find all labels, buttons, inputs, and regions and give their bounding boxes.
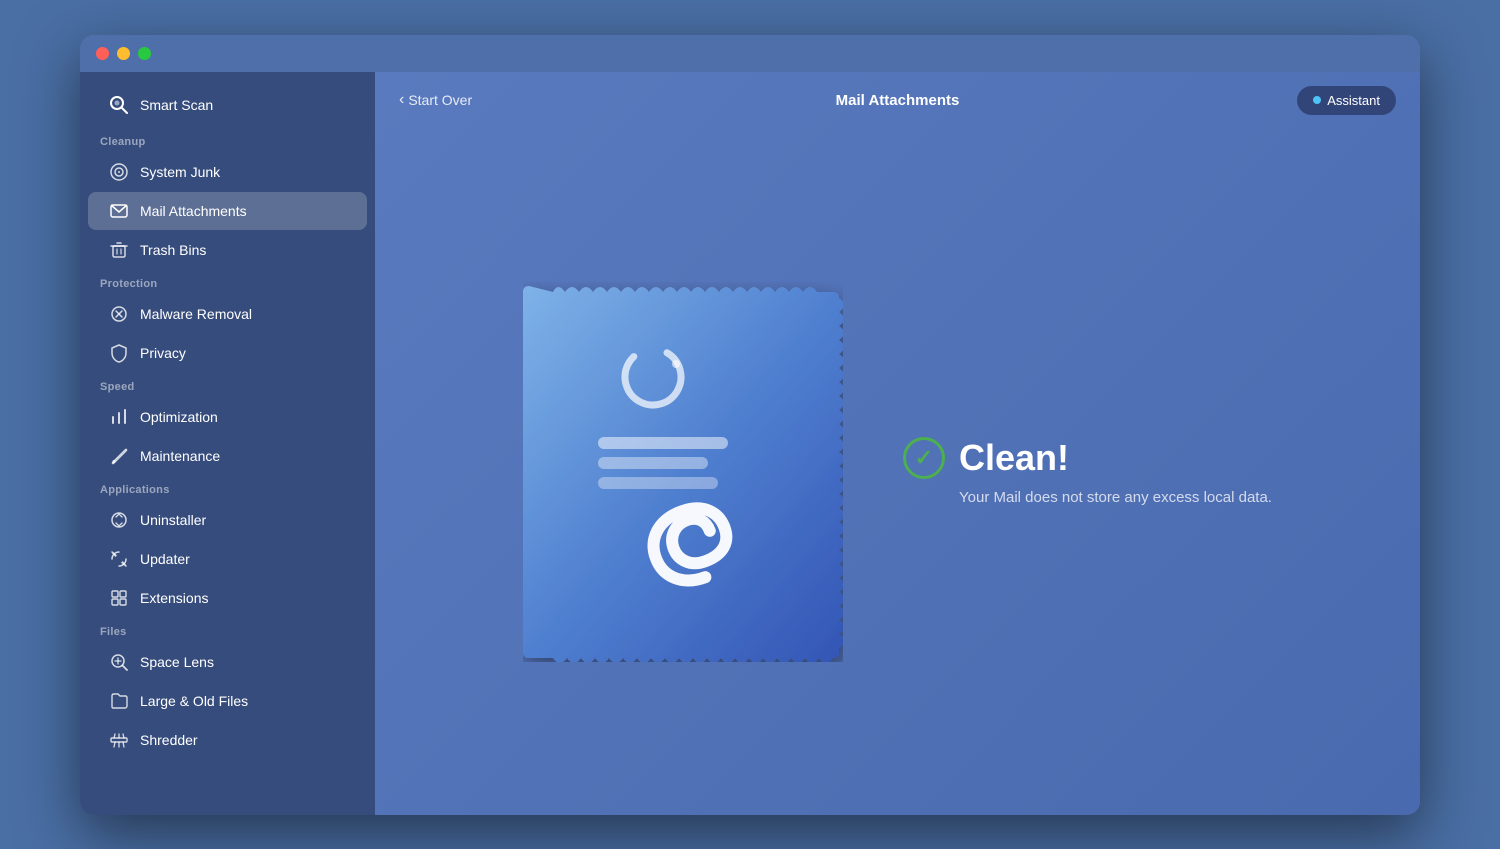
- system-junk-icon: [108, 161, 130, 183]
- section-label-protection: Protection: [80, 270, 375, 294]
- space-lens-label: Space Lens: [140, 654, 214, 670]
- back-button-label: Start Over: [408, 92, 472, 108]
- section-label-cleanup: Cleanup: [80, 128, 375, 152]
- content-area: Smart Scan Cleanup System Junk: [80, 72, 1420, 815]
- section-label-applications: Applications: [80, 476, 375, 500]
- header-right: Assistant: [1297, 86, 1396, 115]
- trash-bins-label: Trash Bins: [140, 242, 206, 258]
- main-header: ‹ Start Over Mail Attachments Assistant: [375, 72, 1420, 129]
- malware-removal-icon: [108, 303, 130, 325]
- assistant-button[interactable]: Assistant: [1297, 86, 1396, 115]
- extensions-label: Extensions: [140, 590, 208, 606]
- back-arrow-icon: ‹: [399, 91, 404, 109]
- large-old-files-icon: [108, 690, 130, 712]
- shredder-label: Shredder: [140, 732, 198, 748]
- result-box: ✓ Clean! Your Mail does not store any ex…: [903, 437, 1272, 506]
- sidebar-item-updater[interactable]: Updater: [88, 540, 367, 578]
- privacy-label: Privacy: [140, 345, 186, 361]
- sidebar-item-system-junk[interactable]: System Junk: [88, 153, 367, 191]
- shredder-icon: [108, 729, 130, 751]
- main-content: ✓ Clean! Your Mail does not store any ex…: [375, 129, 1420, 815]
- updater-label: Updater: [140, 551, 190, 567]
- clean-label: Clean!: [959, 437, 1069, 479]
- assistant-dot-icon: [1313, 96, 1321, 104]
- malware-removal-label: Malware Removal: [140, 306, 252, 322]
- extensions-icon: [108, 587, 130, 609]
- sidebar-item-smart-scan[interactable]: Smart Scan: [88, 84, 367, 126]
- sidebar-item-space-lens[interactable]: Space Lens: [88, 643, 367, 681]
- main-area: ‹ Start Over Mail Attachments Assistant: [375, 72, 1420, 815]
- check-circle-icon: ✓: [903, 437, 945, 479]
- check-icon: ✓: [915, 445, 933, 471]
- smart-scan-label: Smart Scan: [140, 97, 213, 113]
- assistant-label: Assistant: [1327, 93, 1380, 108]
- mail-attachments-icon: [108, 200, 130, 222]
- updater-icon: [108, 548, 130, 570]
- sidebar-item-mail-attachments[interactable]: Mail Attachments: [88, 192, 367, 230]
- sidebar-item-maintenance[interactable]: Maintenance: [88, 437, 367, 475]
- mail-attachments-label: Mail Attachments: [140, 203, 247, 219]
- content-wrapper: ✓ Clean! Your Mail does not store any ex…: [375, 129, 1420, 815]
- back-button[interactable]: ‹ Start Over: [399, 91, 472, 109]
- maximize-button[interactable]: [138, 47, 151, 60]
- sidebar-item-optimization[interactable]: Optimization: [88, 398, 367, 436]
- section-label-files: Files: [80, 618, 375, 642]
- sidebar-item-extensions[interactable]: Extensions: [88, 579, 367, 617]
- clean-description: Your Mail does not store any excess loca…: [959, 489, 1272, 506]
- maintenance-label: Maintenance: [140, 448, 220, 464]
- close-button[interactable]: [96, 47, 109, 60]
- titlebar: [80, 35, 1420, 72]
- sidebar-item-uninstaller[interactable]: Uninstaller: [88, 501, 367, 539]
- sidebar: Smart Scan Cleanup System Junk: [80, 72, 375, 815]
- large-old-files-label: Large & Old Files: [140, 693, 248, 709]
- clean-status-row: ✓ Clean!: [903, 437, 1069, 479]
- minimize-button[interactable]: [117, 47, 130, 60]
- sidebar-item-malware-removal[interactable]: Malware Removal: [88, 295, 367, 333]
- space-lens-icon: [108, 651, 130, 673]
- smart-scan-icon: [108, 94, 130, 116]
- app-window: Smart Scan Cleanup System Junk: [80, 35, 1420, 815]
- optimization-icon: [108, 406, 130, 428]
- privacy-icon: [108, 342, 130, 364]
- system-junk-label: System Junk: [140, 164, 220, 180]
- uninstaller-icon: [108, 509, 130, 531]
- sidebar-item-privacy[interactable]: Privacy: [88, 334, 367, 372]
- sidebar-item-shredder[interactable]: Shredder: [88, 721, 367, 759]
- stamp-svg: [523, 282, 843, 662]
- mail-attachments-illustration: [523, 282, 843, 662]
- optimization-label: Optimization: [140, 409, 218, 425]
- uninstaller-label: Uninstaller: [140, 512, 206, 528]
- maintenance-icon: [108, 445, 130, 467]
- traffic-lights: [96, 47, 151, 60]
- sidebar-item-trash-bins[interactable]: Trash Bins: [88, 231, 367, 269]
- trash-bins-icon: [108, 239, 130, 261]
- section-label-speed: Speed: [80, 373, 375, 397]
- sidebar-item-large-old-files[interactable]: Large & Old Files: [88, 682, 367, 720]
- page-title: Mail Attachments: [836, 92, 960, 109]
